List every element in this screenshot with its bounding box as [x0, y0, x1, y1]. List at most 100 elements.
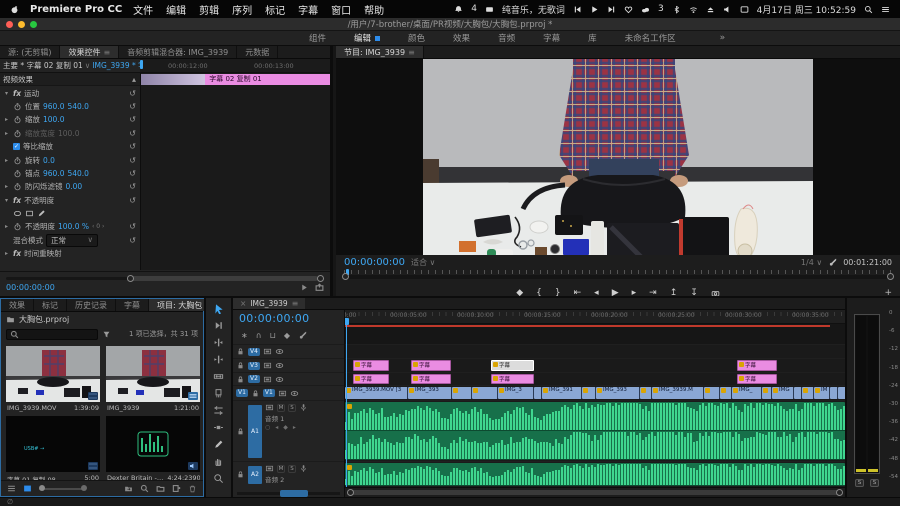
track-A2-clips[interactable] [345, 461, 845, 487]
tab-标记[interactable]: 标记 [34, 299, 67, 311]
menu-文件[interactable]: 文件 [133, 2, 153, 17]
graphics-clip-selected[interactable]: 字幕 [491, 360, 534, 371]
stopwatch-icon[interactable] [13, 102, 22, 111]
media-play-icon[interactable] [590, 5, 599, 14]
keyframe-stepper[interactable]: ‹ 0 › [92, 223, 104, 230]
menu-编辑[interactable]: 编辑 [166, 2, 186, 17]
panel-menu-icon[interactable]: ≡ [408, 48, 415, 57]
param-value[interactable]: 960.0 [43, 169, 64, 178]
twirl-icon[interactable]: ▸ [3, 130, 10, 137]
reset-param-icon[interactable]: ↺ [129, 129, 136, 138]
video-clip-segment[interactable]: IMG_3939.M [652, 387, 704, 399]
effect-row-运动[interactable]: ▾fx运动↺ [0, 86, 140, 99]
video-clip-segment[interactable]: IMG_393 [596, 387, 640, 399]
video-clip-segment[interactable]: IMG_3 [498, 387, 534, 399]
project-item-字幕 01 复制 08[interactable]: USB# →字幕 01 复制 085:00 [6, 416, 100, 484]
reset-param-icon[interactable]: ↺ [129, 236, 136, 245]
tab-元数据[interactable]: 元数据 [237, 46, 278, 58]
effect-row-位置[interactable]: 位置960.0540.0↺ [0, 100, 140, 113]
track-A1-clips[interactable] [345, 400, 845, 461]
selection-tool[interactable] [211, 302, 227, 315]
param-value[interactable]: 100.0 [43, 115, 64, 124]
track-header-A1[interactable]: A1MS音频 1○◂◆▸ [233, 400, 344, 461]
track-output-eye-icon[interactable] [275, 361, 284, 370]
keyframe-mode-icon[interactable]: ○ [265, 424, 270, 431]
timeline-clips-area[interactable]: 00:0000:00:05:0000:00:10:0000:00:15:0000… [345, 310, 845, 497]
track-display-icon[interactable] [265, 403, 274, 412]
program-monitor-tab[interactable]: 节目: IMG_3939≡ [336, 46, 424, 58]
track-header-V2[interactable]: V2 [233, 372, 344, 385]
stopwatch-icon[interactable] [13, 129, 22, 138]
eject-icon[interactable] [706, 5, 715, 14]
track-display-icon[interactable] [265, 464, 274, 473]
graphics-clip[interactable]: 字幕 [411, 374, 451, 384]
graphics-clip[interactable]: 字幕 [353, 374, 389, 384]
param-value[interactable]: 0.00 [66, 182, 83, 191]
next-keyframe-icon[interactable]: ▸ [293, 424, 296, 431]
twirl-icon[interactable]: ▸ [3, 183, 10, 190]
project-item-IMG_3939[interactable]: IMG_39391:21:00 [106, 346, 200, 412]
automate-to-sequence-icon[interactable] [124, 484, 133, 493]
prev-keyframe-icon[interactable]: ◂ [275, 424, 278, 431]
workspace-tab-未命名工作区[interactable]: 未命名工作区 [611, 32, 690, 44]
menu-标记[interactable]: 标记 [265, 2, 285, 17]
param-value[interactable]: 960.0 [43, 102, 64, 111]
zoom-handle-left[interactable] [342, 273, 349, 280]
mask-pen-icon[interactable] [37, 209, 46, 218]
stopwatch-icon[interactable] [13, 169, 22, 178]
notification-center-icon[interactable] [881, 5, 890, 14]
track-output-eye-icon[interactable] [275, 347, 284, 356]
rolling-edit-tool[interactable] [211, 353, 227, 366]
graphics-clip[interactable]: 字幕 [411, 360, 451, 371]
media-next-icon[interactable] [607, 5, 616, 14]
track-target-V3[interactable]: V3 [248, 362, 260, 370]
add-keyframe-icon[interactable]: ◆ [283, 424, 288, 431]
audio-clip[interactable] [345, 402, 845, 460]
video-clip-segment[interactable]: IMG [772, 387, 794, 399]
cloud-sync-icon[interactable] [641, 5, 650, 14]
video-clip-segment[interactable]: IM [814, 387, 830, 399]
source-patch-V1[interactable]: V1 [236, 389, 248, 397]
workspace-tab-音频[interactable]: 音频 [484, 32, 529, 44]
effect-controls-timecode[interactable]: 00:00:00:00 [6, 283, 55, 292]
workspace-overflow-button[interactable]: » [720, 33, 726, 43]
track-output-eye-icon[interactable] [290, 389, 299, 398]
twirl-icon[interactable]: ▸ [3, 250, 10, 257]
effect-row-缩放宽度[interactable]: ▸缩放宽度100.0↺ [0, 127, 140, 140]
track-target-V4[interactable]: V4 [248, 348, 260, 356]
track-target-A1[interactable]: A1 [248, 405, 262, 458]
timeline-horizontal-scrollbar[interactable] [345, 487, 845, 497]
razor-tool[interactable] [211, 387, 227, 400]
effect-row-旋转[interactable]: ▸旋转0.0↺ [0, 153, 140, 166]
graphics-clip[interactable]: 字幕 [737, 374, 777, 384]
track-lock-icon[interactable] [251, 389, 260, 398]
workspace-tab-组件[interactable]: 组件 [295, 32, 340, 44]
track-display-icon[interactable] [278, 389, 287, 398]
mask-ellipse-icon[interactable] [13, 209, 22, 218]
solo-left-button[interactable]: S [855, 479, 864, 487]
effect-row-shapes[interactable] [0, 207, 140, 220]
zoom-tool[interactable] [211, 472, 227, 485]
stopwatch-icon[interactable] [13, 222, 22, 231]
snap-icon[interactable]: ∩ [256, 331, 262, 340]
video-clip-segment[interactable] [452, 387, 472, 399]
stopwatch-icon[interactable] [13, 115, 22, 124]
project-bin-name[interactable]: 大胸包.prproj [19, 314, 69, 325]
effect-row-缩放[interactable]: ▸缩放100.0↺ [0, 113, 140, 126]
tab-源: (无剪辑)[interactable]: 源: (无剪辑) [0, 46, 60, 58]
tab-效果[interactable]: 效果 [1, 299, 34, 311]
panel-menu-icon[interactable]: ≡ [103, 48, 110, 57]
video-clip-segment[interactable] [838, 387, 845, 399]
play-audio-icon[interactable] [300, 283, 309, 292]
menu-序列[interactable]: 序列 [232, 2, 252, 17]
volume-icon[interactable] [723, 5, 732, 14]
clear-trash-icon[interactable] [188, 484, 197, 493]
master-clip-selector[interactable]: 主要 * 字幕 02 复制 01 [3, 60, 83, 71]
menu-字幕[interactable]: 字幕 [298, 2, 318, 17]
filter-bin-icon[interactable] [102, 330, 111, 339]
twirl-icon[interactable]: ▸ [3, 223, 10, 230]
audio-clip[interactable] [345, 463, 845, 486]
collapse-icon[interactable]: ▴ [132, 75, 136, 84]
video-clip-segment[interactable] [830, 387, 838, 399]
twirl-icon[interactable]: ▾ [3, 90, 10, 97]
